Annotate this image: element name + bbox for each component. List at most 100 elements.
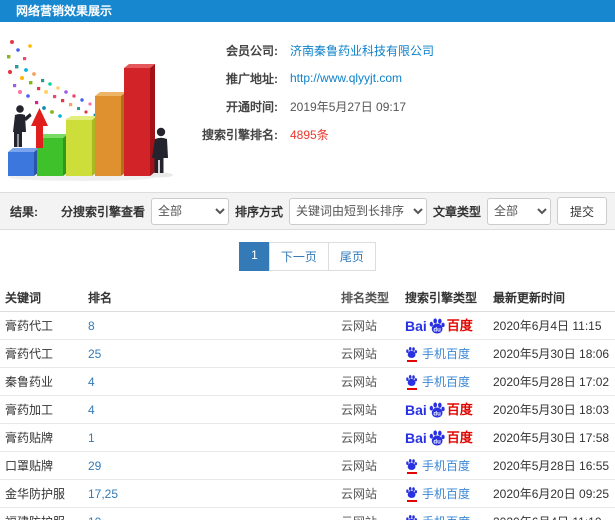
rank-link[interactable]: 4 (88, 375, 341, 389)
table-row: 膏药代工 8 云网站 Bai du 百度 2020年6月4日 11:15 (0, 312, 615, 340)
updated-time-cell: 2020年5月30日 18:06 (493, 347, 610, 361)
rank-type-cell: 云网站 (341, 431, 378, 445)
rank-type-cell: 云网站 (341, 459, 378, 473)
bar-chart-illustration (7, 40, 173, 181)
businessman-left (13, 105, 32, 147)
keyword-cell: 福建防护服 (5, 513, 88, 520)
search-engine-cell: 手机百度 (405, 514, 493, 520)
keyword-cell: 金华防护服 (5, 487, 66, 501)
table-header-row: 关键词 排名 排名类型 搜索引擎类型 最新更新时间 (0, 283, 615, 312)
rank-link[interactable]: 29 (88, 459, 341, 473)
keyword-cell: 膏药加工 (5, 403, 54, 417)
search-engine-cell: 手机百度 (405, 374, 493, 390)
info-row-company: 会员公司: 济南秦鲁药业科技有限公司 (178, 36, 434, 64)
search-engine-cell: 手机百度 (405, 346, 493, 362)
keyword-cell: 膏药代工 (5, 347, 54, 361)
search-engine-cell: 手机百度 (405, 458, 493, 474)
baidu-mobile-redbar (406, 387, 417, 390)
rank-type-cell: 云网站 (341, 347, 378, 361)
company-link[interactable]: 济南秦鲁药业科技有限公司 (290, 42, 434, 59)
open-time-label: 开通时间: (226, 99, 278, 114)
rank-link[interactable]: 1 (88, 431, 341, 445)
pagination: 1 下一页 尾页 (0, 230, 615, 282)
bar-lime (66, 116, 97, 176)
header-rank-type: 排名类型 (341, 290, 390, 305)
table-row: 膏药贴牌 1 云网站 Bai du 百度 2020年5月30日 17:58 (0, 424, 615, 452)
baidu-mobile-redbar (406, 471, 417, 474)
results-label: 结果: (10, 204, 38, 219)
table-body: 膏药代工 8 云网站 Bai du 百度 2020年6月4日 11:15 膏药代… (0, 312, 615, 520)
search-engine-cell: Bai du 百度 (405, 429, 493, 447)
company-label: 会员公司: (226, 43, 278, 58)
keyword-cell: 口罩贴牌 (5, 459, 54, 473)
baidu-pc-logo: Bai du 百度 (405, 317, 473, 334)
baidu-paw-icon (406, 346, 418, 358)
pagination-last-button[interactable]: 尾页 (327, 242, 376, 271)
baidu-paw-icon: du (429, 401, 445, 417)
rank-link[interactable]: 25 (88, 347, 341, 361)
rank-link[interactable]: 10 (88, 515, 341, 520)
filter-group: 分搜索引擎查看 全部 排序方式 关键词由短到长排序 文章类型 全部 提交 (61, 197, 607, 225)
header-rank: 排名 (88, 290, 113, 305)
bar-blue (8, 148, 39, 176)
baidu-mobile-logo: 手机百度 (405, 346, 470, 362)
open-time-value: 2019年5月27日 09:17 (290, 99, 407, 114)
updated-time-cell: 2020年5月30日 18:03 (493, 403, 610, 417)
rank-link[interactable]: 4 (88, 403, 341, 417)
rank-count-label: 搜索引擎排名: (202, 127, 278, 142)
rank-type-cell: 云网站 (341, 319, 378, 333)
baidu-mobile-label: 手机百度 (422, 516, 470, 520)
rank-type-cell: 云网站 (341, 375, 378, 389)
table-row: 膏药加工 4 云网站 Bai du 百度 2020年5月30日 18:03 (0, 396, 615, 424)
baidu-mobile-label: 手机百度 (422, 486, 471, 501)
pagination-next-button[interactable]: 下一页 (268, 242, 329, 271)
bar-red (124, 64, 155, 176)
header-engine-type: 搜索引擎类型 (405, 290, 478, 305)
rank-type-cell: 云网站 (341, 487, 378, 501)
baidu-mobile-label: 手机百度 (422, 374, 471, 389)
bar-orange (95, 92, 126, 176)
baidu-mobile-logo: 手机百度 (405, 458, 470, 474)
engine-filter-select[interactable]: 全部 (150, 197, 229, 225)
promo-url-link[interactable]: http://www.qlyyjt.com (290, 71, 402, 85)
baidu-mobile-label: 手机百度 (422, 346, 471, 361)
header-keyword: 关键词 (5, 290, 42, 305)
engine-filter-label: 分搜索引擎查看 (60, 204, 145, 219)
sort-filter-select[interactable]: 关键词由短到长排序 (288, 197, 427, 225)
updated-time-cell: 2020年6月20日 09:25 (493, 487, 610, 501)
keyword-cell: 膏药代工 (5, 319, 54, 333)
sort-filter-label: 排序方式 (234, 204, 283, 219)
table-row: 金华防护服 17,25 云网站 手机百度 2020年6月20日 09:25 (0, 480, 615, 508)
updated-time-cell: 2020年6月4日 11:10 (493, 513, 615, 520)
baidu-pc-logo: Bai du 百度 (405, 429, 473, 446)
svg-text:du: du (433, 326, 441, 333)
updated-time-cell: 2020年6月4日 11:15 (493, 319, 602, 333)
baidu-paw-icon (406, 486, 418, 498)
page-title-bar: 网络营销效果展示 (0, 0, 615, 22)
info-row-rank-count: 搜索引擎排名: 4895条 (178, 120, 434, 148)
search-engine-cell: Bai du 百度 (405, 317, 493, 335)
rank-link[interactable]: 8 (88, 319, 341, 333)
updated-time-cell: 2020年5月28日 16:55 (493, 459, 610, 473)
table-row: 秦鲁药业 4 云网站 手机百度 2020年5月28日 17:02 (0, 368, 615, 396)
article-type-select[interactable]: 全部 (486, 197, 551, 225)
baidu-paw-icon (406, 458, 418, 470)
page-title: 网络营销效果展示 (16, 4, 113, 18)
baidu-mobile-redbar (406, 359, 417, 362)
baidu-paw-icon: du (429, 429, 445, 445)
table-row: 膏药代工 25 云网站 手机百度 2020年5月30日 18:06 (0, 340, 615, 368)
baidu-pc-logo: Bai du 百度 (405, 401, 473, 418)
pagination-current-page[interactable]: 1 (239, 242, 270, 271)
rank-link[interactable]: 17,25 (88, 487, 341, 501)
search-engine-cell: 手机百度 (405, 486, 493, 502)
info-row-url: 推广地址: http://www.qlyyjt.com (178, 64, 434, 92)
baidu-mobile-logo: 手机百度 (405, 514, 470, 520)
baidu-mobile-label: 手机百度 (422, 458, 471, 473)
submit-button[interactable]: 提交 (556, 197, 607, 225)
keyword-cell: 膏药贴牌 (5, 431, 54, 445)
header-updated: 最新更新时间 (493, 290, 566, 305)
rank-count-value: 4895条 (290, 127, 329, 142)
keyword-cell: 秦鲁药业 (5, 375, 54, 389)
baidu-mobile-redbar (406, 499, 417, 502)
info-row-open-time: 开通时间: 2019年5月27日 09:17 (178, 92, 434, 120)
